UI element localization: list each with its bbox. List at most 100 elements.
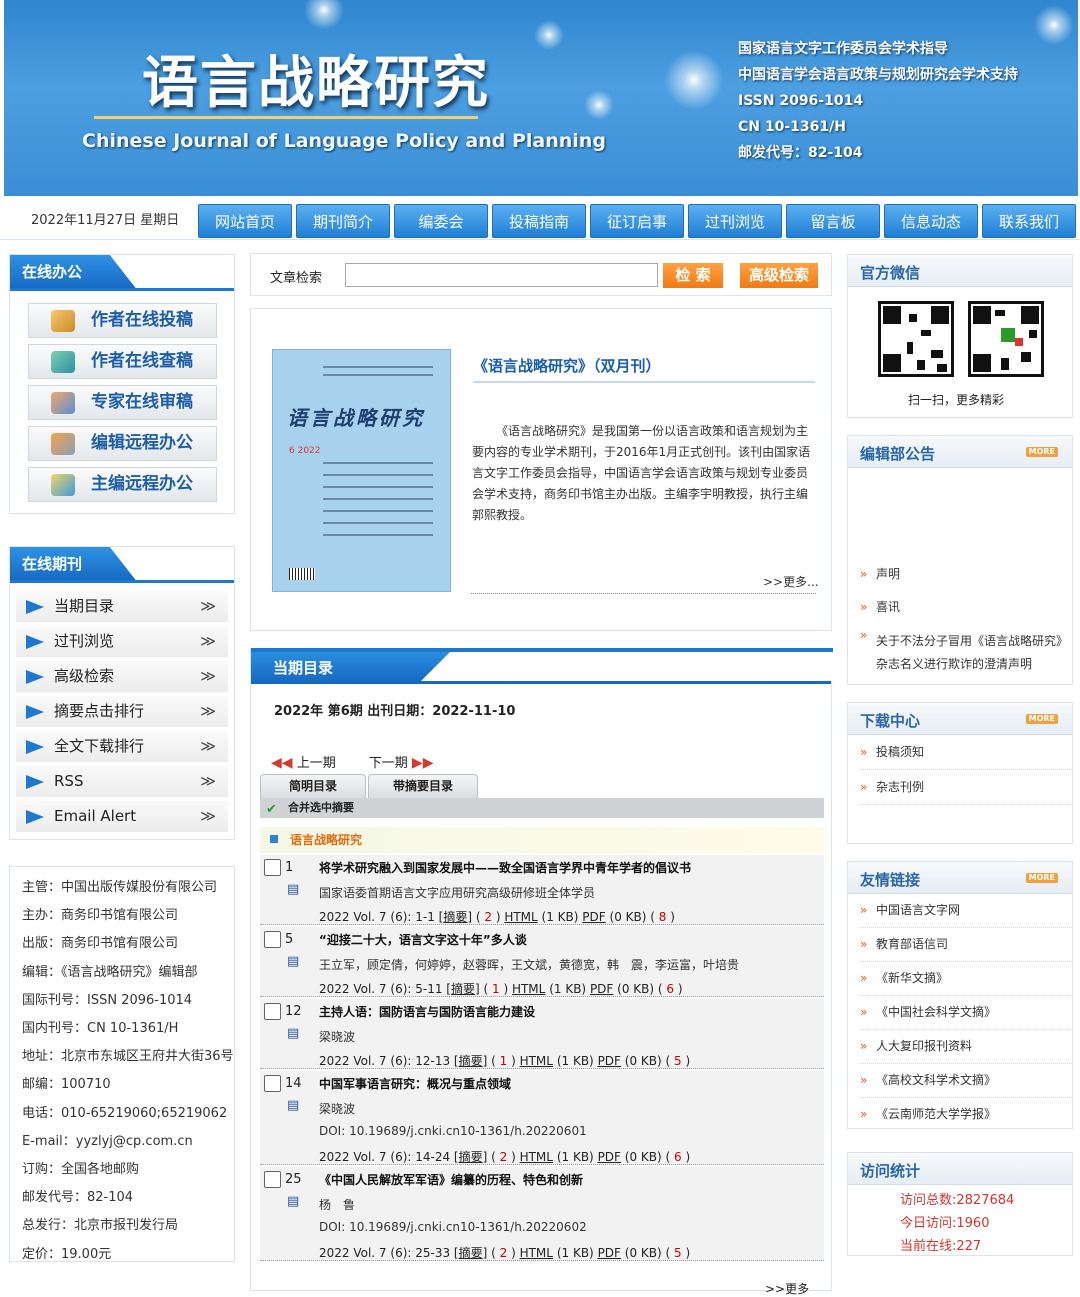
cover-line <box>323 522 433 524</box>
author-submit-button[interactable]: 作者在线投稿 <box>28 303 217 338</box>
download-item[interactable]: 杂志刊例 <box>860 770 1072 805</box>
menu-label: 过刊浏览 <box>54 632 115 650</box>
journal-title-link[interactable]: 《语言战略研究》（双月刊） <box>473 355 661 376</box>
expert-review-button[interactable]: 专家在线审稿 <box>28 385 217 420</box>
panel-title: 当期目录 <box>273 659 334 677</box>
pdf-link[interactable]: PDF <box>582 910 605 924</box>
friend-link[interactable]: 《高校文科学术文摘》 <box>860 1064 1072 1098</box>
abstract-link[interactable]: 摘要 <box>459 1150 483 1164</box>
article-citation: 2022 Vol. 7 (6): 12-13 [摘要] ( 1 ) HTML (… <box>319 1054 691 1068</box>
article-checkbox[interactable] <box>264 1003 281 1020</box>
sparkle <box>664 50 724 110</box>
triangle-icon <box>26 600 44 614</box>
menu-archive[interactable]: 过刊浏览 ≫ <box>16 626 228 657</box>
menu-label: 当期目录 <box>54 597 115 615</box>
more-button[interactable]: MORE <box>1025 873 1058 883</box>
nav-archive[interactable]: 过刊浏览 <box>688 204 782 238</box>
barcode-icon <box>289 568 315 580</box>
info-line: 主管：中国出版传媒股份有限公司 <box>22 880 218 895</box>
file-size: (1 KB) <box>556 1054 594 1068</box>
html-link[interactable]: HTML <box>504 910 537 924</box>
nav-home[interactable]: 网站首页 <box>198 204 292 238</box>
html-link[interactable]: HTML <box>520 1054 553 1068</box>
header-banner: 语言战略研究 Chinese Journal of Language Polic… <box>4 0 1078 196</box>
friend-link[interactable]: 《中国社会科学文摘》 <box>860 996 1072 1030</box>
cover-line <box>323 534 433 536</box>
abstract-link[interactable]: 摘要 <box>443 910 467 924</box>
article-title-link[interactable]: 中国军事语言研究：概况与重点领域 <box>319 1075 511 1092</box>
article-title-link[interactable]: 将学术研究融入到国家发展中——致全国语言学界中青年学者的倡议书 <box>319 859 691 876</box>
article-checkbox[interactable] <box>264 1171 281 1188</box>
menu-email-alert[interactable]: Email Alert ≫ <box>16 801 228 832</box>
journal-description: 《语言战略研究》是我国第一份以语言政策和语言规划为主要内容的专业学术期刊，于20… <box>472 424 811 522</box>
article-title-link[interactable]: “迎接二十大，语言文字这十年”多人谈 <box>319 931 527 948</box>
article-doi[interactable]: DOI: 10.19689/j.cnki.cn10-1361/h.2022060… <box>319 1220 587 1234</box>
double-arrow-icon: ≫ <box>200 702 216 720</box>
journal-cover-image[interactable]: 语言战略研究 6 2022 <box>272 349 451 592</box>
triangle-icon <box>26 810 44 824</box>
more-button[interactable]: MORE <box>1025 714 1058 724</box>
nav-contact[interactable]: 联系我们 <box>982 204 1076 238</box>
tab-abstract-toc[interactable]: 带摘要目录 <box>368 774 478 798</box>
article-title-link[interactable]: 《中国人民解放军军语》编纂的历程、特色和创新 <box>319 1171 583 1188</box>
download-item[interactable]: 投稿须知 <box>860 735 1072 770</box>
panel-title: 友情链接 <box>860 871 921 889</box>
notice-item[interactable]: 喜讯 <box>860 591 1072 624</box>
html-link[interactable]: HTML <box>512 982 545 996</box>
html-link[interactable]: HTML <box>520 1246 553 1260</box>
prev-issue-link[interactable]: 上一期 <box>297 756 336 771</box>
pdf-link[interactable]: PDF <box>598 1150 621 1164</box>
toc-more-link[interactable]: >>更多 <box>765 1280 809 1297</box>
abstract-link[interactable]: 摘要 <box>451 982 475 996</box>
article-checkbox[interactable] <box>264 859 281 876</box>
article-checkbox[interactable] <box>264 1075 281 1092</box>
nav-board[interactable]: 编委会 <box>394 204 488 238</box>
notice-panel: 编辑部公告 MORE 声明 喜讯 关于不法分子冒用《语言战略研究》杂志名义进行欺诈… <box>847 435 1073 685</box>
search-button[interactable]: 检 索 <box>663 263 723 288</box>
toc-tabs: 简明目录 带摘要目录 <box>260 774 478 798</box>
nav-intro[interactable]: 期刊简介 <box>296 204 390 238</box>
abstract-link[interactable]: 摘要 <box>459 1054 483 1068</box>
nav-guide[interactable]: 投稿指南 <box>492 204 586 238</box>
prev-arrow-icon[interactable]: ◀◀ <box>271 755 293 771</box>
nav-news[interactable]: 信息动态 <box>884 204 978 238</box>
friend-link[interactable]: 中国语言文字网 <box>860 894 1072 928</box>
search-input[interactable] <box>345 263 658 287</box>
abstract-link[interactable]: 摘要 <box>459 1246 483 1260</box>
pdf-link[interactable]: PDF <box>598 1054 621 1068</box>
pdf-link[interactable]: PDF <box>590 982 613 996</box>
notice-item[interactable]: 关于不法分子冒用《语言战略研究》杂志名义进行欺诈的澄清声明 <box>860 624 1072 678</box>
author-query-button[interactable]: 作者在线查稿 <box>28 344 217 379</box>
next-issue-link[interactable]: 下一期 <box>369 756 408 771</box>
friend-link[interactable]: 《新华文摘》 <box>860 962 1072 996</box>
intro-more-link[interactable]: >>更多... <box>763 573 819 590</box>
chief-editor-office-button[interactable]: 主编远程办公 <box>28 467 217 502</box>
friend-link[interactable]: 人大复印报刊资料 <box>860 1030 1072 1064</box>
article-doi[interactable]: DOI: 10.19689/j.cnki.cn10-1361/h.2022060… <box>319 1124 587 1138</box>
notice-item[interactable]: 声明 <box>860 558 1072 591</box>
nav-subscribe[interactable]: 征订启事 <box>590 204 684 238</box>
nav-guestbook[interactable]: 留言板 <box>786 204 880 238</box>
advanced-search-button[interactable]: 高级检索 <box>740 263 818 288</box>
menu-advanced-search[interactable]: 高级检索 ≫ <box>16 661 228 692</box>
menu-current-issue[interactable]: 当期目录 ≫ <box>16 591 228 622</box>
tab-brief-toc[interactable]: 简明目录 <box>260 774 366 798</box>
article-checkbox[interactable] <box>264 931 281 948</box>
menu-abstract-rank[interactable]: 摘要点击排行 ≫ <box>16 696 228 727</box>
friend-link[interactable]: 《云南师范大学学报》 <box>860 1098 1072 1131</box>
more-button[interactable]: MORE <box>1025 447 1058 457</box>
html-link[interactable]: HTML <box>520 1150 553 1164</box>
menu-rss[interactable]: RSS ≫ <box>16 766 228 797</box>
banner-info: 国家语言文字工作委员会学术指导 中国语言学会语言政策与规划研究会学术支持 ISS… <box>738 36 1018 166</box>
download-count: 6 <box>674 1150 682 1164</box>
article-title-link[interactable]: 主持人语：国防语言与国防语言能力建设 <box>319 1003 535 1020</box>
pdf-link[interactable]: PDF <box>598 1246 621 1260</box>
online-office-panel: 在线办公 作者在线投稿 作者在线查稿 专家在线审稿 编辑远程办公 主编远程办公 <box>9 254 235 514</box>
menu-download-rank[interactable]: 全文下载排行 ≫ <box>16 731 228 762</box>
friend-link[interactable]: 教育部语信司 <box>860 928 1072 962</box>
abstract-count: 2 <box>499 1150 508 1164</box>
editor-office-button[interactable]: 编辑远程办公 <box>28 426 217 461</box>
article-authors: 杨 鲁 <box>319 1198 356 1212</box>
next-arrow-icon[interactable]: ▶▶ <box>412 755 434 771</box>
merge-abstracts-link[interactable]: 合并选中摘要 <box>288 801 354 814</box>
